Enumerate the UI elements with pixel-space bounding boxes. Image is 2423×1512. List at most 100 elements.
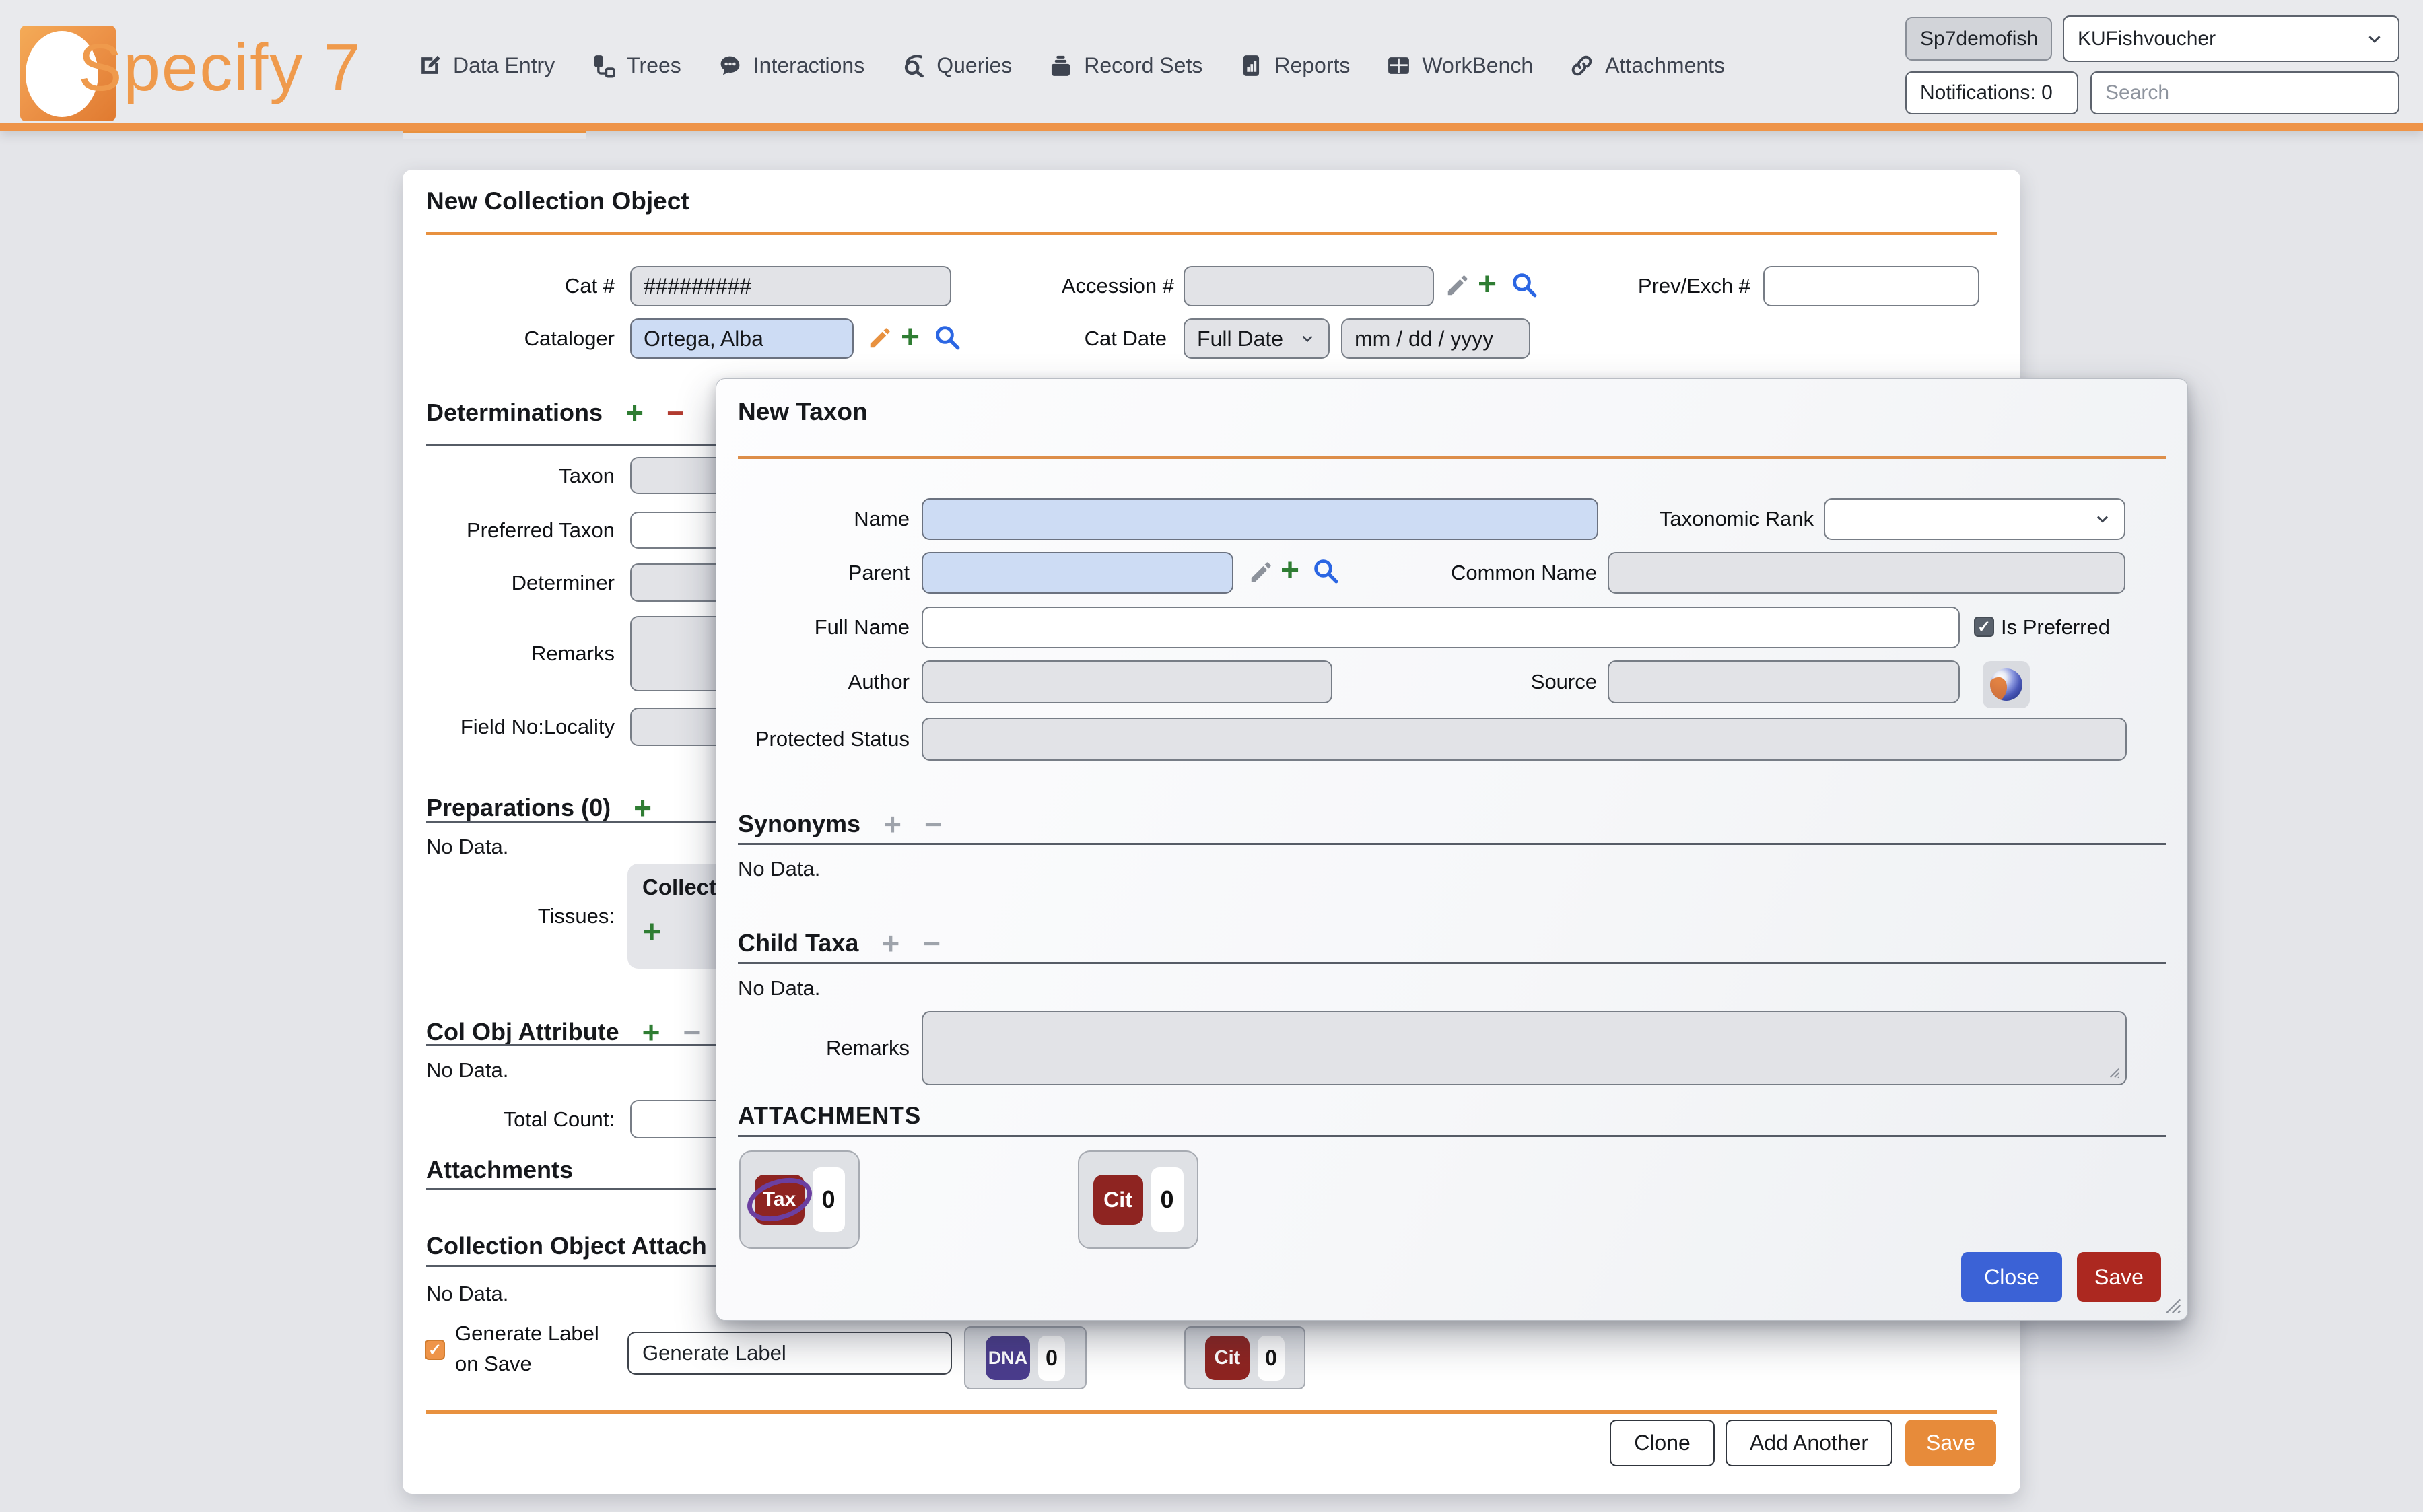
taxon-attachments-button[interactable]: Tax 0 <box>739 1150 860 1249</box>
accession-search-icon[interactable] <box>1510 271 1538 299</box>
cat-number-field[interactable]: ######### <box>630 266 951 306</box>
field-no-locality-label: Field No:Locality <box>416 708 615 746</box>
child-taxa-add-icon[interactable]: + <box>881 928 899 959</box>
child-taxa-title: Child Taxa <box>738 929 858 957</box>
cat-date-placeholder: mm / dd / yyyy <box>1355 327 1493 351</box>
form-title: New Collection Object <box>426 187 689 215</box>
parent-label: Parent <box>737 552 910 594</box>
citations-button-dialog[interactable]: Cit 0 <box>1078 1150 1198 1249</box>
parent-search-icon[interactable] <box>1311 557 1340 585</box>
dna-count-badge: 0 <box>1038 1336 1065 1381</box>
parent-add-icon[interactable]: + <box>1281 555 1299 587</box>
nav-item-workbench[interactable]: WorkBench <box>1371 37 1548 95</box>
dna-sequences-button[interactable]: DNA 0 <box>964 1326 1087 1389</box>
cataloger-label: Cataloger <box>416 318 615 359</box>
user-account-button[interactable]: Sp7demofish <box>1905 17 2052 61</box>
check-icon: ✓ <box>428 1340 442 1360</box>
nav-item-attachments[interactable]: Attachments <box>1555 37 1740 95</box>
search-placeholder: Search <box>2105 81 2169 104</box>
nav-item-label: Record Sets <box>1084 53 1202 78</box>
col-obj-attribute-title: Col Obj Attribute <box>426 1018 619 1046</box>
nav-item-label: Attachments <box>1605 53 1725 78</box>
new-taxon-dialog: New Taxon Name Taxonomic Rank Parent + C… <box>716 378 2188 1321</box>
generate-label-checkbox[interactable]: ✓ <box>425 1340 445 1360</box>
child-taxa-divider <box>738 962 2166 964</box>
dialog-close-button[interactable]: Close <box>1961 1252 2062 1302</box>
citation-table-icon: Cit <box>1205 1336 1250 1380</box>
source-field[interactable] <box>1608 660 1960 703</box>
clone-button-label: Clone <box>1634 1431 1691 1455</box>
citations-button-form[interactable]: Cit 0 <box>1184 1326 1305 1389</box>
notifications-label: Notifications: 0 <box>1920 81 2053 104</box>
generate-label-button-text: Generate Label <box>642 1341 786 1365</box>
nav-item-reports[interactable]: Reports <box>1224 37 1365 95</box>
accession-add-icon[interactable]: + <box>1478 269 1497 301</box>
nav-item-trees[interactable]: Trees <box>576 37 696 95</box>
prev-exch-field[interactable] <box>1763 266 1979 306</box>
collection-select-value: KUFishvoucher <box>2078 28 2216 50</box>
determinations-title: Determinations <box>426 399 603 427</box>
source-globe-button[interactable] <box>1983 661 2030 708</box>
tax-icon-text: Tax <box>763 1188 796 1211</box>
user-account-label: Sp7demofish <box>1920 28 2038 50</box>
cat-date-label: Cat Date <box>941 318 1167 359</box>
synonyms-remove-icon[interactable]: − <box>924 809 943 839</box>
cat-date-precision-select[interactable]: Full Date <box>1184 318 1330 359</box>
clone-button[interactable]: Clone <box>1610 1420 1715 1466</box>
notifications-button[interactable]: Notifications: 0 <box>1905 71 2078 114</box>
child-taxa-remove-icon[interactable]: − <box>922 928 941 959</box>
synonyms-add-icon[interactable]: + <box>883 809 901 839</box>
nav-item-data-entry[interactable]: Data Entry <box>403 37 570 95</box>
cat-date-field[interactable]: mm / dd / yyyy <box>1341 318 1530 359</box>
dialog-resize-handle[interactable] <box>2159 1292 2182 1315</box>
nav-item-interactions[interactable]: Interactions <box>703 37 879 95</box>
col-obj-attribute-empty-text: No Data. <box>426 1058 508 1083</box>
is-preferred-checkbox[interactable]: ✓ <box>1974 617 1994 637</box>
cataloger-add-icon[interactable]: + <box>901 321 920 353</box>
collection-select[interactable]: KUFishvoucher <box>2063 15 2399 62</box>
nav-item-queries[interactable]: Queries <box>886 37 1027 95</box>
textarea-resize-icon[interactable] <box>2101 1060 2121 1080</box>
parent-field[interactable] <box>922 552 1233 594</box>
col-obj-attribute-remove-icon[interactable]: − <box>683 1017 702 1047</box>
accession-label: Accession # <box>941 266 1174 306</box>
logo-text: Specify 7 <box>78 30 362 106</box>
preparations-empty-text: No Data. <box>426 835 508 859</box>
cataloger-edit-pencil-icon[interactable] <box>867 325 893 351</box>
search-input[interactable]: Search <box>2090 71 2399 114</box>
dialog-save-button[interactable]: Save <box>2077 1252 2161 1302</box>
dna-table-icon: DNA <box>986 1336 1030 1380</box>
generate-label-button[interactable]: Generate Label <box>627 1332 952 1375</box>
form-save-button[interactable]: Save <box>1905 1420 1996 1466</box>
dna-icon-text: DNA <box>988 1348 1028 1369</box>
parent-edit-pencil-icon[interactable] <box>1248 559 1274 585</box>
taxon-remarks-textarea[interactable] <box>922 1011 2127 1085</box>
determinations-remove-icon[interactable]: − <box>667 397 685 428</box>
child-taxa-header: Child Taxa + − <box>738 928 941 959</box>
protected-status-field[interactable] <box>922 718 2127 761</box>
is-preferred-label: Is Preferred <box>2001 607 2162 648</box>
chevron-down-icon <box>2093 510 2112 528</box>
cataloger-field[interactable]: Ortega, Alba <box>630 318 854 359</box>
common-name-field[interactable] <box>1608 552 2125 594</box>
accession-field[interactable] <box>1184 266 1434 306</box>
active-tab-indicator <box>403 131 586 139</box>
determination-remarks-label: Remarks <box>416 616 615 691</box>
magnifier-swoosh-icon <box>901 53 926 78</box>
author-field[interactable] <box>922 660 1332 703</box>
col-obj-attribute-add-icon[interactable]: + <box>642 1017 660 1047</box>
taxonomic-rank-label: Taxonomic Rank <box>1592 498 1814 540</box>
full-name-field[interactable] <box>922 607 1960 648</box>
globe-icon <box>1990 668 2022 701</box>
determinations-add-icon[interactable]: + <box>625 397 644 428</box>
specify-logo[interactable]: Specify 7 <box>20 24 337 123</box>
add-another-button[interactable]: Add Another <box>1726 1420 1892 1466</box>
nav-item-label: Trees <box>627 53 681 78</box>
preparations-add-icon[interactable]: + <box>634 792 652 823</box>
nav-item-record-sets[interactable]: Record Sets <box>1033 37 1217 95</box>
taxonomic-rank-select[interactable] <box>1824 498 2125 540</box>
accession-edit-pencil-icon[interactable] <box>1445 273 1470 298</box>
attachments-title: Attachments <box>426 1156 573 1184</box>
name-field[interactable] <box>922 498 1598 540</box>
preparations-header: Preparations (0) + <box>426 792 652 823</box>
